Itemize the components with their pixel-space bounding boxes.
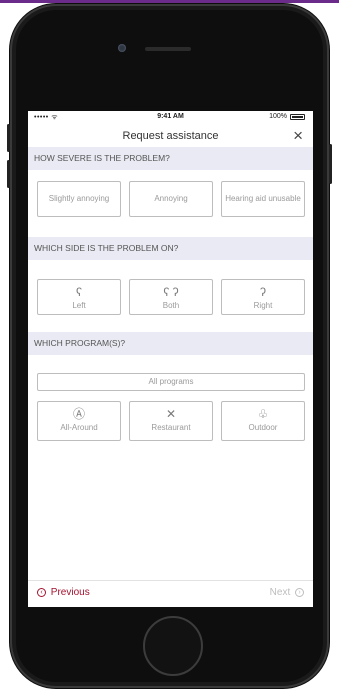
severity-option-hearing-aid-unusable[interactable]: Hearing aid unusable [221, 181, 305, 217]
next-label: Next [269, 587, 291, 598]
option-label: Annoying [154, 194, 188, 203]
side-option-left[interactable]: ʕ Left [37, 279, 121, 315]
option-label: Restaurant [151, 423, 191, 432]
option-label: All programs [148, 377, 194, 386]
fork-knife-icon: ✕ [165, 407, 177, 421]
top-accent-line [0, 0, 339, 3]
program-option-outdoor[interactable]: ♧ Outdoor [221, 401, 305, 441]
chevron-left-icon: ‹ [37, 588, 46, 597]
side-section-header: WHICH SIDE IS THE PROBLEM ON? [28, 237, 313, 260]
battery-percentage: 100% [269, 113, 287, 120]
battery-icon [290, 114, 305, 120]
all-programs-button[interactable]: All programs [37, 373, 305, 391]
severity-option-annoying[interactable]: Annoying [129, 181, 213, 217]
both-ears-icon: ʕ ʔ [163, 285, 179, 299]
left-ear-icon: ʕ [76, 285, 82, 299]
side-option-right[interactable]: ʔ Right [221, 279, 305, 315]
volume-button [7, 160, 10, 188]
programs-section-header: WHICH PROGRAM(S)? [28, 332, 313, 355]
front-camera [118, 44, 126, 52]
option-label: Left [72, 301, 86, 310]
side-option-both[interactable]: ʕ ʔ Both [129, 279, 213, 315]
next-button[interactable]: Next › [270, 587, 306, 598]
volume-button [7, 124, 10, 152]
earpiece-speaker [145, 47, 191, 51]
page-title: Request assistance [122, 130, 219, 142]
previous-label: Previous [50, 587, 90, 598]
all-around-icon: Ⓐ [72, 407, 85, 421]
tree-icon: ♧ [257, 407, 269, 421]
option-label: Slightly annoying [48, 194, 110, 203]
program-option-restaurant[interactable]: ✕ Restaurant [129, 401, 213, 441]
program-option-all-around[interactable]: Ⓐ All-Around [37, 401, 121, 441]
severity-option-slightly-annoying[interactable]: Slightly annoying [37, 181, 121, 217]
bottom-nav-bar: ‹ Previous Next › [28, 580, 313, 607]
status-bar: ••••• ᯤ 9:41 AM 100% [28, 111, 313, 125]
previous-button[interactable]: ‹ Previous [35, 587, 90, 598]
power-button [329, 144, 332, 184]
severity-section-header: HOW SEVERE IS THE PROBLEM? [28, 147, 313, 170]
option-label: Right [253, 301, 273, 310]
option-label: All-Around [60, 423, 98, 432]
right-ear-icon: ʔ [260, 285, 266, 299]
home-button[interactable] [143, 616, 203, 676]
option-label: Both [162, 301, 180, 310]
chevron-right-icon: › [295, 588, 304, 597]
app-screen: ••••• ᯤ 9:41 AM 100% Request assistance … [28, 111, 313, 607]
option-label: Outdoor [248, 423, 278, 432]
option-label: Hearing aid unusable [225, 194, 301, 203]
close-icon[interactable]: × [293, 126, 303, 146]
